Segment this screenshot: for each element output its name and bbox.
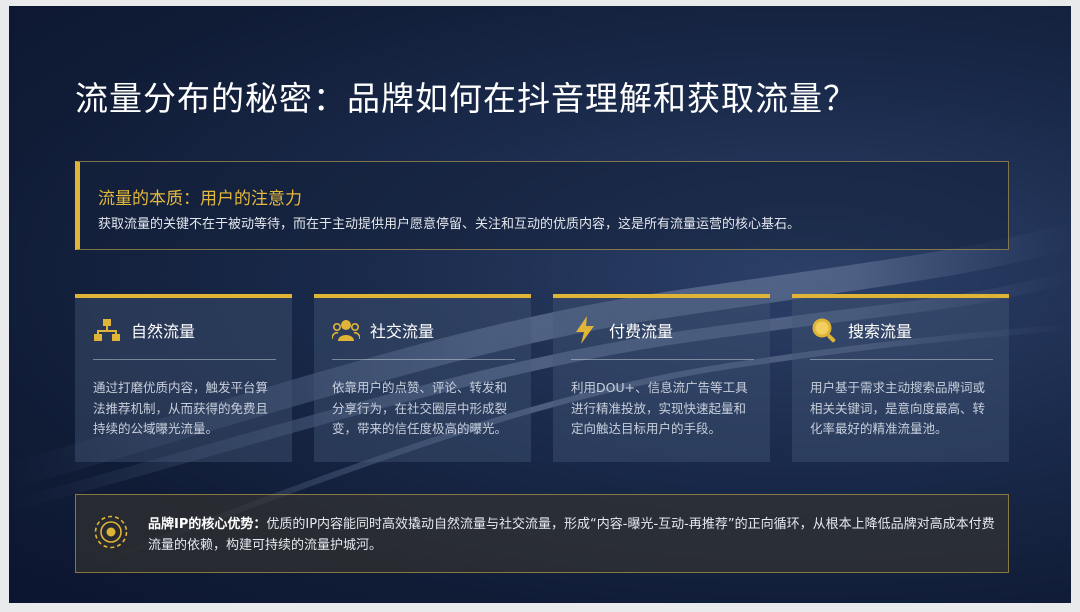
lightning-icon (571, 316, 599, 344)
slide: 流量分布的秘密：品牌如何在抖音理解和获取流量？ 流量的本质：用户的注意力 获取流… (9, 6, 1071, 603)
card-title: 付费流量 (609, 322, 674, 341)
card-natural-traffic: 自然流量 通过打磨优质内容，触发平台算法推荐机制，从而获得的免费且持续的公域曝光… (75, 294, 292, 462)
card-divider (332, 359, 515, 360)
essence-banner: 流量的本质：用户的注意力 获取流量的关键不在于被动等待，而在于主动提供用户愿意停… (75, 161, 1009, 250)
card-title: 搜索流量 (848, 322, 913, 341)
card-divider (810, 359, 993, 360)
card-search-traffic: 搜索流量 用户基于需求主动搜索品牌词或相关关键词，是意向度最高、转化率最好的精准… (792, 294, 1009, 462)
footer-body: 优质的IP内容能同时高效撬动自然流量与社交流量，形成“内容-曝光-互动-再推荐”… (148, 517, 995, 553)
banner-heading: 流量的本质：用户的注意力 (98, 189, 302, 209)
users-icon (332, 316, 360, 344)
card-title: 自然流量 (131, 322, 196, 341)
card-text: 通过打磨优质内容，触发平台算法推荐机制，从而获得的免费且持续的公域曝光流量。 (93, 380, 269, 436)
card-paid-traffic: 付费流量 利用DOU+、信息流广告等工具进行精准投放，实现快速起量和定向触达目标… (553, 294, 770, 462)
card-divider (93, 359, 276, 360)
hierarchy-icon (93, 316, 121, 344)
card-text: 利用DOU+、信息流广告等工具进行精准投放，实现快速起量和定向触达目标用户的手段… (571, 380, 748, 436)
card-social-traffic: 社交流量 依靠用户的点赞、评论、转发和分享行为，在社交圈层中形成裂变，带来的信任… (314, 294, 531, 462)
card-divider (571, 359, 754, 360)
page-title: 流量分布的秘密：品牌如何在抖音理解和获取流量？ (75, 79, 857, 118)
footer-text: 品牌IP的核心优势：优质的IP内容能同时高效撬动自然流量与社交流量，形成“内容-… (148, 514, 996, 556)
card-text: 用户基于需求主动搜索品牌词或相关关键词，是意向度最高、转化率最好的精准流量池。 (810, 380, 986, 436)
card-title: 社交流量 (370, 322, 435, 341)
ip-advantage-callout: 品牌IP的核心优势：优质的IP内容能同时高效撬动自然流量与社交流量，形成“内容-… (75, 494, 1009, 573)
banner-text: 获取流量的关键不在于被动等待，而在于主动提供用户愿意停留、关注和互动的优质内容，… (98, 217, 801, 232)
target-icon (94, 515, 128, 549)
search-icon (810, 316, 838, 344)
footer-strong-label: 品牌IP的核心优势： (148, 517, 267, 532)
card-text: 依靠用户的点赞、评论、转发和分享行为，在社交圈层中形成裂变，带来的信任度极高的曝… (332, 380, 508, 436)
